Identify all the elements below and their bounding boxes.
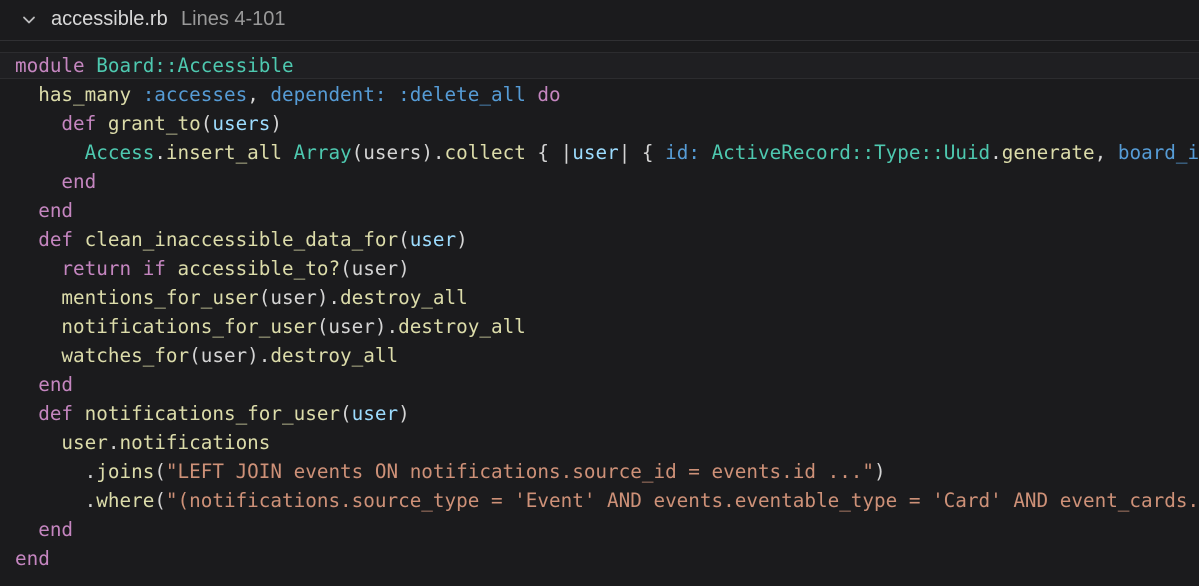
code-token: module [15,54,97,77]
code-token: ( [154,489,166,512]
code-token: notifications [119,431,271,454]
code-token: ) [270,112,283,135]
code-line[interactable]: mentions_for_user(user).destroy_all [15,283,468,312]
code-token: (users). [351,141,445,164]
file-header[interactable]: accessible.rb Lines 4-101 [0,0,1199,40]
code-token: dependent: [270,83,387,106]
code-token: end [15,170,97,193]
code-token: joins [96,460,155,483]
code-token: ( [340,402,352,425]
code-token: destroy_all [270,344,399,367]
code-token: (user). [189,344,271,367]
code-token: end [15,518,74,541]
code-token: { | [525,141,573,164]
code-token: clean_inaccessible_data_for [84,228,399,251]
code-line[interactable]: Access.insert_all Array(users).collect {… [15,138,1199,167]
code-line[interactable]: end [15,544,50,573]
code-token: :accesses [142,83,248,106]
code-token: "LEFT JOIN events ON notifications.sourc… [165,460,875,483]
header-divider [0,40,1199,41]
code-token: insert_all [165,141,283,164]
code-token: generate [1001,141,1095,164]
code-line[interactable]: .where("(notifications.source_type = 'Ev… [15,486,1199,515]
code-token: end [15,199,74,222]
code-token: where [96,489,155,512]
code-token: ( [154,460,166,483]
code-token: (user) [340,257,410,280]
code-line[interactable]: notifications_for_user(user).destroy_all [15,312,526,341]
code-token: def [15,112,108,135]
code-token: has_many [15,83,143,106]
code-line[interactable]: end [15,196,73,225]
code-token: :delete_all [398,83,526,106]
code-area[interactable]: module Board::Accessible has_many :acces… [0,52,1199,586]
code-token: notifications_for_user [15,315,317,338]
code-token: , [247,83,271,106]
code-token: ( [398,228,410,251]
code-token: watches_for [15,344,190,367]
code-token: board_id: [1117,141,1199,164]
code-token: . [107,431,120,454]
code-token: Array [293,141,352,164]
code-token: user [409,228,457,251]
code-token: user [572,141,619,164]
code-token: (user). [316,315,399,338]
code-token: destroy_all [340,286,468,309]
code-token: end [15,547,50,570]
code-token: . [15,489,97,512]
code-token: def [15,228,85,251]
code-token: def [15,402,85,425]
code-line[interactable]: return if accessible_to?(user) [15,254,410,283]
code-token: . [154,141,166,164]
code-token: , [1094,141,1118,164]
code-token: grant_to [107,112,201,135]
chevron-down-icon[interactable] [21,12,37,28]
code-line[interactable]: user.notifications [15,428,270,457]
code-token: mentions_for_user [15,286,259,309]
code-token: return if [15,257,178,280]
code-token: ) [456,228,468,251]
code-line[interactable]: end [15,167,96,196]
code-token: ( [200,112,213,135]
code-token: (user). [258,286,341,309]
code-token: do [537,83,561,106]
code-token: Board::Accessible [96,54,294,77]
code-token: end [15,373,74,396]
file-name[interactable]: accessible.rb [51,7,168,31]
code-token: . [990,141,1002,164]
code-token: collect [444,141,526,164]
code-token: ActiveRecord::Type::Uuid [711,141,991,164]
code-token: . [15,460,97,483]
code-token: "(notifications.source_type = 'Event' AN… [165,489,1199,512]
code-token: notifications_for_user [84,402,341,425]
code-token: id: [665,141,700,164]
code-token: user [15,431,108,454]
code-snippet-panel: accessible.rb Lines 4-101 module Board::… [0,0,1199,586]
code-token: user [351,402,399,425]
code-token: accessible_to? [177,257,341,280]
code-token: Access [15,141,155,164]
line-range: Lines 4-101 [181,8,286,30]
code-token: destroy_all [398,315,526,338]
code-token: users [212,112,271,135]
code-line[interactable]: end [15,370,73,399]
code-line[interactable]: module Board::Accessible [15,52,294,80]
code-line[interactable]: def notifications_for_user(user) [15,399,410,428]
code-token: | { [618,141,666,164]
code-line[interactable]: has_many :accesses, dependent: :delete_a… [15,80,561,109]
code-token: ) [398,402,410,425]
code-line[interactable]: watches_for(user).destroy_all [15,341,398,370]
code-token: ) [874,460,886,483]
code-line[interactable]: end [15,515,73,544]
code-line[interactable]: def clean_inaccessible_data_for(user) [15,225,468,254]
code-line[interactable]: .joins("LEFT JOIN events ON notification… [15,457,886,486]
code-line[interactable]: def grant_to(users) [15,109,282,138]
